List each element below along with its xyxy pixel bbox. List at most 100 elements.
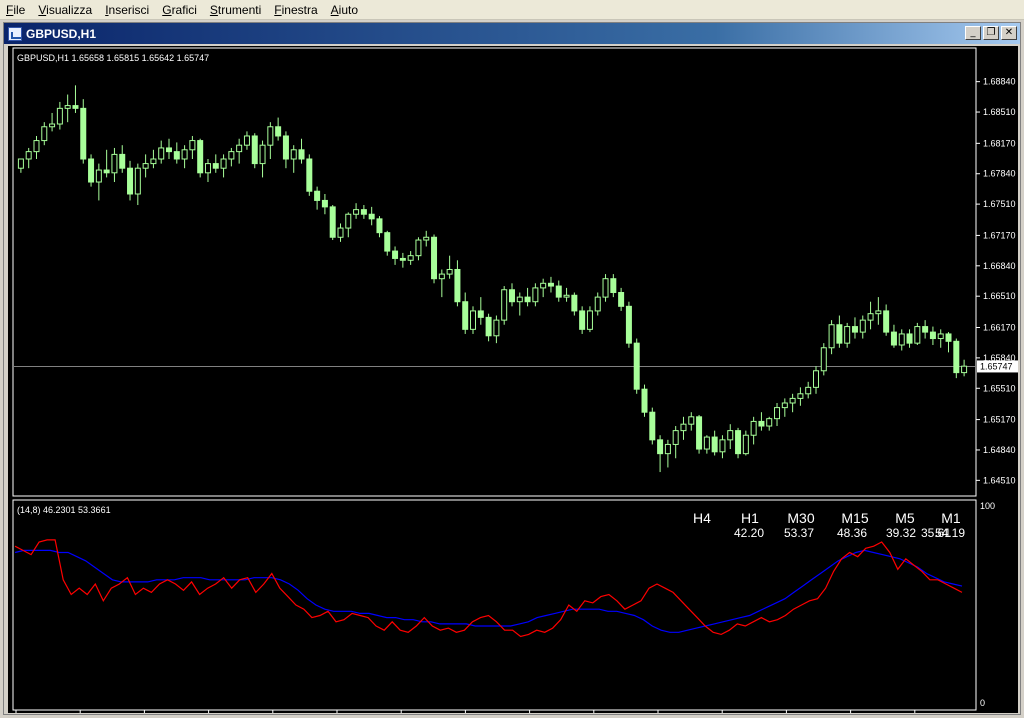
y-tick-label: 1.65170: [983, 415, 1016, 425]
candle-bear: [618, 292, 625, 307]
candle-bull: [407, 255, 414, 261]
candle-bull: [937, 333, 944, 340]
candle-bull: [750, 420, 757, 436]
candle-bear: [282, 135, 289, 160]
candle-bear: [836, 324, 843, 344]
menu-grafici[interactable]: Grafici: [156, 0, 204, 20]
candle-bull: [540, 282, 547, 289]
candle-bear: [462, 301, 469, 330]
candle-bull: [828, 324, 835, 349]
y-tick-label: 1.67840: [983, 169, 1016, 179]
candle-bull: [236, 144, 243, 153]
indicator-scale-bottom: 0: [980, 698, 985, 708]
y-tick-label: 1.66840: [983, 261, 1016, 271]
candle-bear: [212, 163, 219, 169]
candle-bear: [508, 289, 515, 303]
candle-bull: [688, 416, 695, 425]
candle-bull: [228, 151, 235, 160]
candle-bear: [392, 250, 399, 259]
candle-bear: [298, 149, 305, 160]
candle-bear: [314, 190, 321, 201]
candle-bear: [922, 326, 929, 333]
candle-bull: [563, 294, 570, 298]
y-tick-label: 1.67510: [983, 199, 1016, 209]
candle-bull: [672, 430, 679, 445]
menu-finestra[interactable]: Finestra: [268, 0, 324, 20]
candle-bear: [166, 147, 173, 153]
indicator-header: (14,8) 46.2301 53.3661: [17, 505, 111, 515]
menu-inserisci[interactable]: Inserisci: [99, 0, 156, 20]
candle-bear: [80, 107, 87, 160]
candle-bull: [774, 407, 781, 420]
menu-aiuto[interactable]: Aiuto: [325, 0, 365, 20]
candle-bear: [945, 333, 952, 342]
candle-bull: [664, 443, 671, 455]
candle-bull: [415, 239, 422, 257]
indicator-pane-border: [12, 499, 977, 711]
candle-bull: [719, 439, 726, 453]
candle-bear: [657, 439, 664, 455]
window-controls: _ ❐ ✕: [965, 26, 1017, 40]
chart-svg[interactable]: GBPUSD,H1 1.65658 1.65815 1.65642 1.6574…: [8, 46, 1018, 718]
timeframe-label-h4: H4: [693, 510, 711, 526]
candle-bear: [368, 213, 375, 220]
candle-bull: [438, 273, 445, 280]
candle-bear: [72, 105, 79, 109]
restore-button[interactable]: ❐: [983, 26, 999, 40]
candle-bear: [579, 310, 586, 330]
chart-area[interactable]: GBPUSD,H1 1.65658 1.65815 1.65642 1.6574…: [8, 46, 1018, 718]
y-tick-label: 1.64510: [983, 475, 1016, 485]
candle-bull: [680, 423, 687, 432]
window-title: GBPUSD,H1: [26, 26, 97, 41]
menu-visualizza[interactable]: Visualizza: [32, 0, 99, 20]
candle-bear: [376, 218, 383, 234]
y-tick-label: 1.66170: [983, 322, 1016, 332]
candle-bear: [197, 140, 204, 174]
timeframe-value: 42.20: [734, 526, 764, 540]
candle-bear: [929, 331, 936, 340]
current-price-label: 1.65747: [980, 361, 1013, 371]
candle-bull: [875, 310, 882, 315]
candle-bull: [49, 123, 56, 128]
candle-bull: [267, 126, 274, 146]
candle-bull: [181, 149, 188, 160]
candle-bear: [251, 135, 258, 165]
candle-bull: [259, 144, 266, 165]
timeframe-value: 39.32: [886, 526, 916, 540]
candle-bear: [649, 411, 656, 441]
candle-bear: [477, 310, 484, 318]
candle-bull: [501, 289, 508, 321]
candle-bear: [454, 268, 461, 303]
window-titlebar[interactable]: GBPUSD,H1 _ ❐ ✕: [4, 23, 1020, 44]
candle-bull: [353, 209, 360, 215]
candle-bull: [95, 169, 102, 183]
signal-line-blue: [14, 549, 963, 633]
menu-strumenti[interactable]: Strumenti: [204, 0, 268, 20]
candle-bull: [64, 105, 71, 109]
candle-bull: [805, 386, 812, 395]
candle-bull: [766, 418, 773, 427]
candle-bear: [851, 326, 858, 333]
chart-header: GBPUSD,H1 1.65658 1.65815 1.65642 1.6574…: [17, 53, 209, 63]
candle-bear: [275, 126, 282, 137]
candle-bull: [812, 370, 819, 388]
candle-bull: [33, 140, 40, 153]
main-line-red: [14, 539, 963, 638]
candle-bear: [524, 296, 531, 303]
candle-bear: [633, 342, 640, 390]
candle-bull: [594, 296, 601, 312]
candle-bull: [703, 436, 710, 450]
timeframe-value: 53.37: [784, 526, 814, 540]
candle-bull: [423, 236, 430, 241]
menu-bar: File Visualizza Inserisci Grafici Strumenti F…: [0, 0, 1024, 20]
candle-bear: [906, 333, 913, 344]
minimize-button[interactable]: _: [965, 26, 981, 40]
candle-bull: [742, 434, 749, 455]
y-tick-label: 1.65510: [983, 383, 1016, 393]
timeframe-label-m30: M30: [787, 510, 814, 526]
close-button[interactable]: ✕: [1001, 26, 1017, 40]
chart-window: GBPUSD,H1 _ ❐ ✕ GBPUSD,H1 1.65658 1.6581…: [3, 22, 1021, 718]
menu-file[interactable]: File: [0, 0, 32, 20]
candle-bear: [321, 199, 328, 208]
candle-bull: [493, 319, 500, 337]
